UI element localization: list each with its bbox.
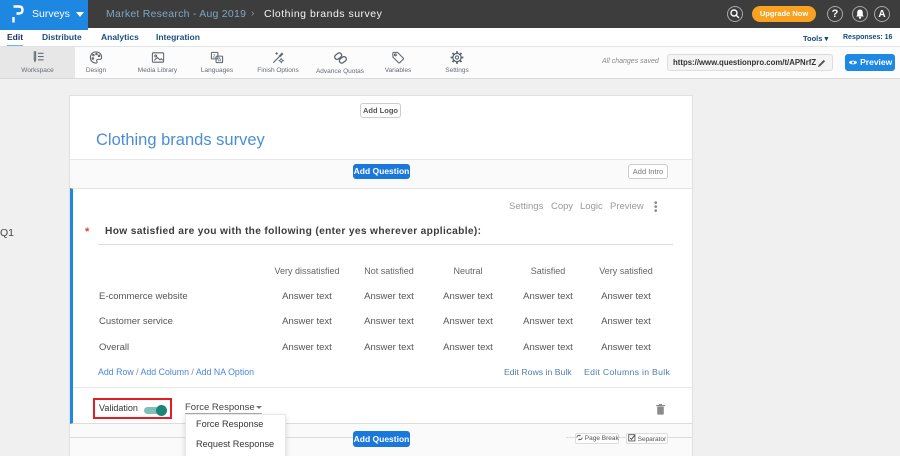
svg-text:A: A [218, 57, 222, 63]
svg-text:z: z [213, 54, 216, 60]
